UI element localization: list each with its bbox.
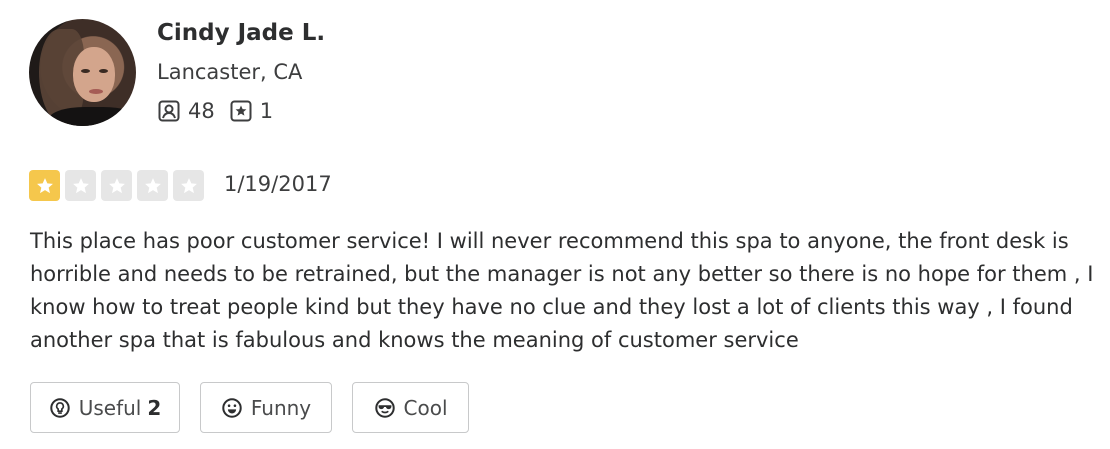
reviewer-name[interactable]: Cindy Jade L. bbox=[157, 20, 325, 46]
review-star-icon bbox=[230, 100, 252, 122]
star-icon bbox=[108, 177, 125, 193]
reviews-stat: 1 bbox=[229, 99, 273, 123]
cool-button[interactable]: Cool bbox=[352, 382, 469, 433]
avatar-shirt bbox=[49, 107, 136, 126]
avatar-eye bbox=[81, 69, 90, 73]
star-empty bbox=[101, 170, 132, 201]
review-actions: Useful 2 Funny Cool bbox=[30, 382, 489, 433]
star-rating bbox=[29, 170, 209, 201]
review-date: 1/19/2017 bbox=[224, 172, 332, 196]
friends-icon bbox=[158, 100, 180, 122]
star-icon bbox=[36, 177, 53, 193]
star-icon bbox=[72, 177, 89, 193]
cool-label: Cool bbox=[403, 395, 448, 420]
friends-stat: 48 bbox=[157, 99, 215, 123]
useful-label: Useful bbox=[78, 395, 142, 420]
funny-label: Funny bbox=[250, 395, 312, 420]
star-empty bbox=[173, 170, 204, 201]
avatar-eye bbox=[99, 69, 108, 73]
smiley-icon bbox=[222, 397, 242, 418]
avatar-lips bbox=[89, 89, 103, 94]
star-icon bbox=[180, 177, 197, 193]
review-text: This place has poor customer service! I … bbox=[30, 229, 1094, 352]
reviewer-stats: 48 1 bbox=[157, 99, 287, 123]
avatar[interactable] bbox=[29, 19, 136, 126]
star-filled bbox=[29, 170, 60, 201]
useful-count: 2 bbox=[147, 395, 162, 420]
friends-count: 48 bbox=[188, 99, 215, 123]
reviewer-location: Lancaster, CA bbox=[157, 60, 303, 84]
sunglasses-face-icon bbox=[374, 397, 395, 418]
star-icon bbox=[144, 177, 161, 193]
useful-button[interactable]: Useful 2 bbox=[30, 382, 180, 433]
lightbulb-icon bbox=[50, 397, 70, 418]
funny-button[interactable]: Funny bbox=[200, 382, 332, 433]
star-empty bbox=[65, 170, 96, 201]
reviews-count: 1 bbox=[259, 99, 274, 123]
star-empty bbox=[137, 170, 168, 201]
